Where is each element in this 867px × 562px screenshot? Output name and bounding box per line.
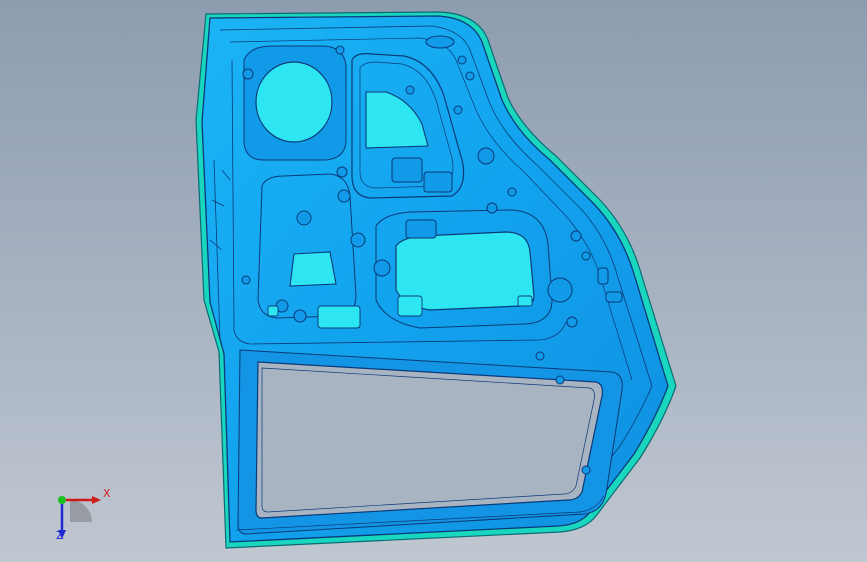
door-inner-panel-model[interactable] (0, 0, 867, 562)
x-axis-label: X (103, 487, 111, 500)
small-cutout-right (517, 295, 533, 307)
top-oval-hole (425, 35, 455, 49)
x-axis-arrow (92, 496, 101, 504)
graphics-viewport[interactable]: X Z (0, 0, 867, 562)
bottom-pocket-1 (317, 305, 361, 329)
z-axis-label: Z (56, 529, 64, 542)
slot-2 (605, 291, 623, 303)
small-cutout-left (267, 305, 279, 317)
bracket-1 (391, 157, 423, 183)
triad-plane-shading (70, 500, 92, 522)
bracket-2 (423, 171, 453, 193)
y-axis-dot (58, 496, 66, 504)
bottom-pocket-2 (397, 295, 423, 317)
bracket-3 (405, 219, 437, 239)
speaker-cutout (255, 61, 333, 143)
coordinate-triad: X Z (44, 480, 114, 546)
slot-1 (597, 267, 609, 285)
left-lower-cutout (289, 251, 337, 287)
